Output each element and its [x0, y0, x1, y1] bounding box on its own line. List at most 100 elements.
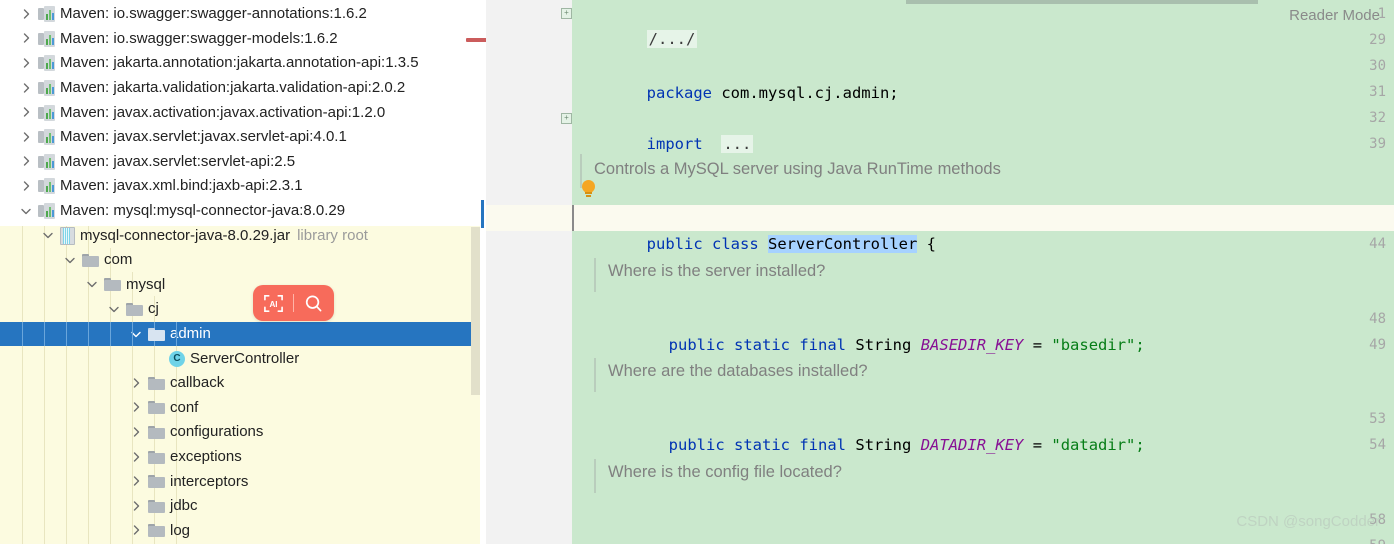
chevron-right-icon[interactable]: [18, 154, 34, 170]
chevron-right-icon[interactable]: [128, 400, 144, 416]
caret-line-gutter-highlight: [486, 205, 572, 231]
field-datadir-key: DATADIR_KEY: [920, 436, 1024, 454]
fold-placeholder-import[interactable]: ...: [721, 135, 754, 153]
tree-row[interactable]: C ServerController: [0, 346, 480, 371]
keyword-import: import: [646, 135, 703, 153]
ai-search-floating-button[interactable]: AI: [253, 285, 334, 321]
code-line-59[interactable]: public static final String DEFAULTS_FILE…: [594, 526, 1257, 544]
tree-row[interactable]: Maven: jakarta.validation:jakarta.valida…: [0, 76, 480, 101]
code-line-32[interactable]: import ...: [572, 105, 754, 153]
assign-operator: =: [1032, 336, 1043, 354]
tree-row[interactable]: jdbc: [0, 494, 480, 519]
javadoc-config-description: Where is the config file located?: [608, 463, 842, 481]
string-basedir: "basedir";: [1051, 336, 1145, 354]
fold-placeholder-comment[interactable]: /.../: [646, 30, 698, 48]
keyword-public: public: [668, 436, 725, 454]
maven-icon: [38, 129, 55, 146]
keyword-class: class: [712, 235, 759, 253]
chevron-right-icon[interactable]: [18, 105, 34, 121]
tree-row[interactable]: Maven: javax.servlet:javax.servlet-api:4…: [0, 125, 480, 150]
keyword-static: static: [734, 336, 790, 354]
tree-row[interactable]: Maven: javax.xml.bind:jaxb-api:2.3.1: [0, 174, 480, 199]
chevron-right-icon[interactable]: [128, 474, 144, 490]
chevron-down-icon[interactable]: [18, 203, 34, 219]
chevron-right-icon[interactable]: [128, 424, 144, 440]
tree-row[interactable]: log: [0, 519, 480, 544]
javadoc-rail: [594, 358, 596, 392]
keyword-final: final: [799, 336, 847, 354]
error-stripe-marker[interactable]: [466, 38, 488, 42]
chevron-right-icon[interactable]: [18, 6, 34, 22]
tree-row-label: admin: [170, 325, 211, 343]
code-content[interactable]: /.../ package com.mysql.cj.admin; import…: [572, 0, 1394, 544]
chevron-right-icon[interactable]: [128, 498, 144, 514]
tree-row-label: Maven: jakarta.validation:jakarta.valida…: [60, 79, 406, 97]
fold-marker-comment[interactable]: +: [561, 8, 572, 19]
folder-icon: [148, 450, 165, 464]
chevron-right-icon[interactable]: [128, 523, 144, 539]
tree-row-label: com: [104, 251, 133, 269]
chevron-down-icon[interactable]: [62, 252, 78, 268]
chevron-right-icon[interactable]: [18, 178, 34, 194]
class-name-token[interactable]: ServerController: [768, 235, 918, 253]
open-brace: {: [926, 235, 937, 253]
svg-text:AI: AI: [269, 299, 277, 308]
chevron-right-icon[interactable]: [18, 129, 34, 145]
chevron-right-icon[interactable]: [128, 449, 144, 465]
maven-icon: [38, 30, 55, 47]
tree-row-label: conf: [170, 398, 199, 416]
tree-row-selected[interactable]: admin: [0, 321, 480, 347]
tree-row[interactable]: Maven: io.swagger:swagger-annotations:1.…: [0, 2, 480, 27]
search-button[interactable]: [294, 285, 333, 321]
tree-row[interactable]: Maven: javax.servlet:servlet-api:2.5: [0, 150, 480, 175]
code-line-30[interactable]: package com.mysql.cj.admin;: [572, 54, 899, 102]
fold-marker-import[interactable]: +: [561, 113, 572, 124]
tree-row[interactable]: conf: [0, 396, 480, 421]
ai-scan-button[interactable]: AI: [254, 285, 293, 321]
tree-row[interactable]: mysql-connector-java-8.0.29.jar library r…: [0, 223, 480, 248]
type-string: String: [855, 436, 912, 454]
chevron-down-icon[interactable]: [128, 326, 144, 342]
chevron-down-icon[interactable]: [106, 301, 122, 317]
tree-scrollbar-thumb[interactable]: [471, 295, 480, 395]
chevron-right-icon[interactable]: [18, 31, 34, 47]
tree-row[interactable]: Maven: jakarta.annotation:jakarta.annota…: [0, 51, 480, 76]
folder-icon: [82, 253, 99, 267]
chevron-right-icon[interactable]: [18, 80, 34, 96]
code-line-48[interactable]: public static final String BASEDIR_KEY =…: [594, 306, 1145, 354]
tree-row-label: Maven: mysql:mysql-connector-java:8.0.29: [60, 202, 346, 220]
code-line-53[interactable]: public static final String DATADIR_KEY =…: [594, 406, 1145, 454]
tree-row[interactable]: exceptions: [0, 445, 480, 470]
code-line-43[interactable]: public class ServerController {: [572, 205, 936, 253]
tree-row[interactable]: Maven: javax.activation:javax.activation…: [0, 100, 480, 125]
chevron-down-icon[interactable]: [84, 277, 100, 293]
tree-scrollbar-thumb-upper[interactable]: [471, 227, 480, 295]
chevron-right-icon[interactable]: [128, 375, 144, 391]
tree-row[interactable]: callback: [0, 371, 480, 396]
maven-icon: [38, 104, 55, 121]
tree-row[interactable]: cj: [0, 297, 480, 322]
field-basedir-key: BASEDIR_KEY: [920, 336, 1024, 354]
tree-row[interactable]: interceptors: [0, 469, 480, 494]
tree-row-label: Maven: javax.activation:javax.activation…: [60, 103, 386, 121]
javadoc-datadir-description: Where are the databases installed?: [608, 362, 868, 380]
code-line-1[interactable]: /.../: [572, 0, 698, 48]
tree-row[interactable]: mysql: [0, 273, 480, 298]
maven-icon: [38, 80, 55, 97]
javadoc-rail: [594, 258, 596, 292]
chevron-right-icon[interactable]: [18, 55, 34, 71]
tree-row[interactable]: com: [0, 248, 480, 273]
folder-icon: [148, 425, 165, 439]
tree-row[interactable]: configurations: [0, 420, 480, 445]
project-tool-window[interactable]: Maven: io.swagger:swagger-annotations:1.…: [0, 0, 486, 544]
tree-row-label: interceptors: [170, 472, 249, 490]
reader-mode-label[interactable]: Reader Mode: [1289, 7, 1380, 24]
chevron-down-icon[interactable]: [40, 228, 56, 244]
code-editor[interactable]: 129303132394344484953545859 /.../ packag…: [486, 0, 1394, 544]
gutter-fold-column[interactable]: [561, 0, 572, 544]
editor-gutter[interactable]: [486, 0, 561, 544]
tree-row[interactable]: Maven: io.swagger:swagger-models:1.6.2: [0, 27, 480, 52]
intention-bulb-icon[interactable]: [582, 180, 595, 197]
tree-row[interactable]: Maven: mysql:mysql-connector-java:8.0.29: [0, 199, 480, 224]
assign-operator: =: [1032, 436, 1043, 454]
